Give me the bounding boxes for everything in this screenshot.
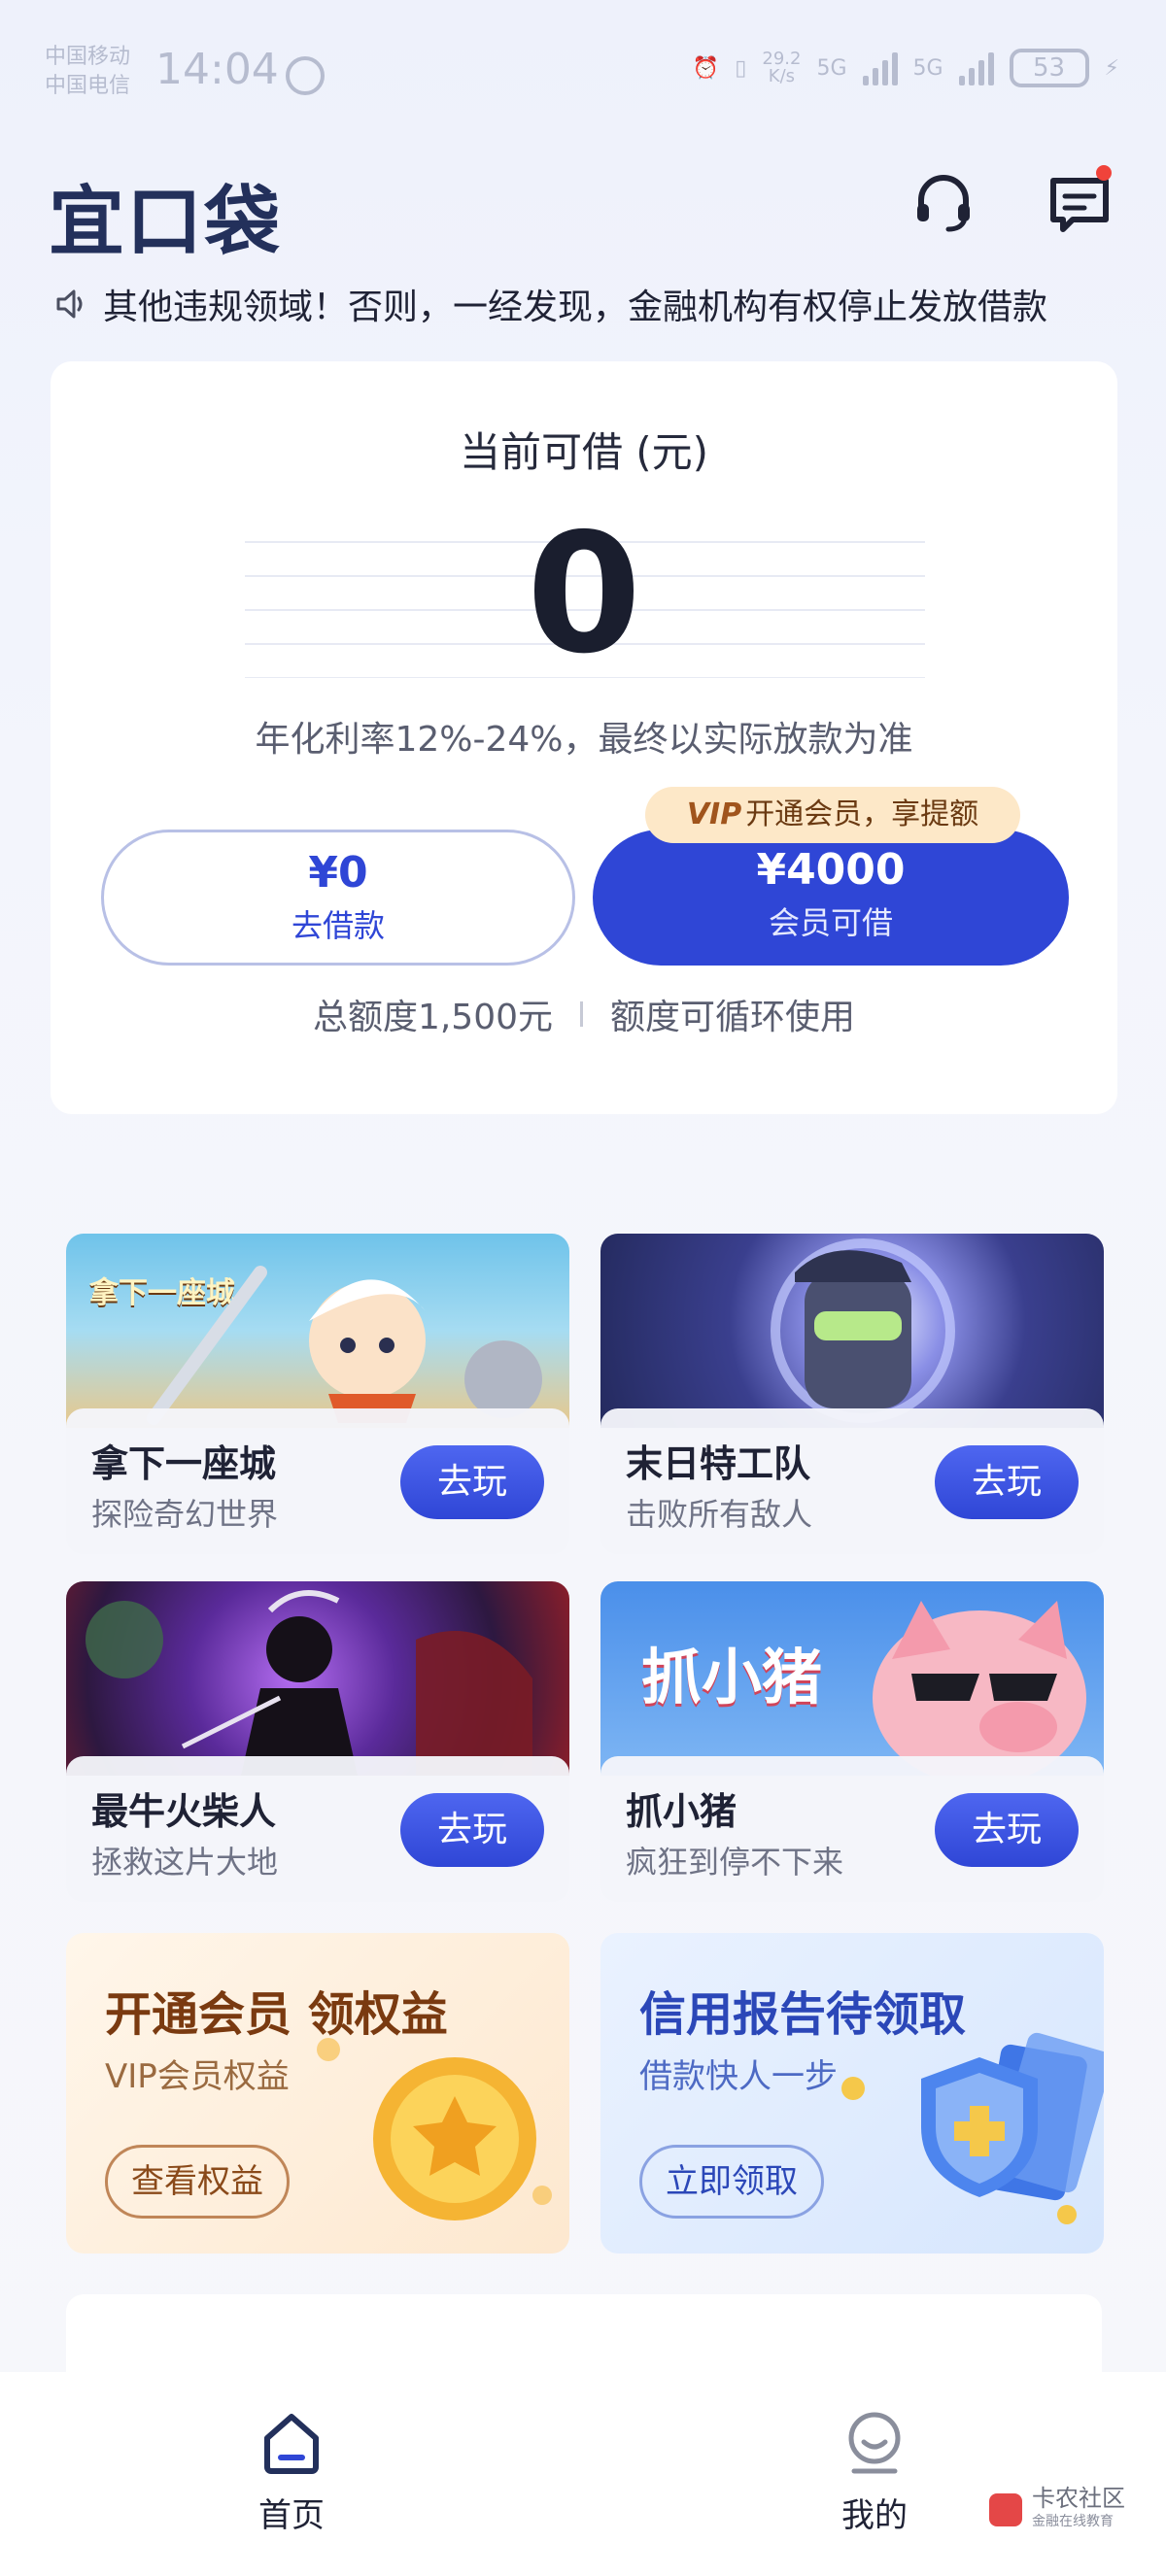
carrier-2: 中国电信: [45, 74, 131, 98]
watermark: 卡农社区 金融在线教育: [989, 2487, 1125, 2533]
shield-icon: [841, 2032, 1104, 2224]
recycle-note: 额度可循环使用: [610, 998, 856, 1037]
game-desc-2: 击败所有敌人: [626, 1496, 813, 1533]
vip-label: 会员可借: [768, 904, 893, 941]
watermark-title: 卡农社区: [1032, 2485, 1125, 2512]
vip-tag-text: 开通会员，享提额: [745, 797, 979, 831]
game-name-4: 抓小猪: [626, 1790, 737, 1833]
game-card-2[interactable]: 末日特工队 击败所有敌人 去玩: [600, 1234, 1104, 1554]
app-logo: 宜口袋: [49, 179, 283, 266]
game-info-2: 末日特工队 击败所有敌人 去玩: [600, 1408, 1104, 1554]
status-time: 14:04: [155, 45, 279, 94]
profile-icon: [848, 2412, 901, 2474]
network-speed: 29.2 K/s: [762, 51, 801, 85]
game-info-1: 拿下一座城 探险奇幻世界 去玩: [66, 1408, 569, 1554]
limit-info: 总额度1,500元 额度可循环使用: [51, 989, 1117, 1039]
status-bar: 中国移动 中国电信 14:04 ⏰ ▯ 29.2 K/s 5G 5G 53 ⚡: [0, 0, 1166, 146]
borrow-button[interactable]: ¥0 去借款: [101, 830, 575, 966]
notice-bar[interactable]: 其他违规领域！否则，一经发现，金融机构有权停止发放借款: [54, 278, 1123, 330]
charging-icon: ⚡: [1104, 55, 1119, 81]
tab-mine-label: 我的: [841, 2496, 908, 2535]
network-type-2: 5G: [912, 55, 943, 81]
tab-home-label: 首页: [258, 2496, 325, 2535]
watermark-subtitle: 金融在线教育: [1032, 2514, 1114, 2529]
notice-text: 其他违规领域！否则，一经发现，金融机构有权停止发放借款: [103, 288, 1048, 327]
credit-report-card[interactable]: 信用报告待领取 借款快人一步 立即领取: [600, 1933, 1104, 2254]
play-button-1[interactable]: 去玩: [400, 1445, 544, 1519]
battery-icon: 53: [1009, 49, 1089, 87]
borrow-label: 去借款: [291, 907, 385, 944]
game-card-4[interactable]: 抓小猪 抓小猪 疯狂到停不下来 去玩: [600, 1581, 1104, 1902]
vip-icon: VIP: [686, 797, 742, 831]
game-desc-1: 探险奇幻世界: [91, 1496, 279, 1533]
tab-home[interactable]: 首页: [204, 2411, 379, 2536]
vip-borrow-button[interactable]: ¥4000 会员可借: [593, 830, 1069, 966]
tab-bar: 首页 我的: [0, 2372, 1166, 2576]
vip-promo-tag[interactable]: VIP 开通会员，享提额: [645, 787, 1020, 843]
available-amount: 0: [526, 498, 642, 691]
play-button-3[interactable]: 去玩: [400, 1793, 544, 1867]
credit-card: 当前可借 (元) 0 年化利率12%-24%，最终以实际放款为准 ¥0 去借款 …: [51, 361, 1117, 1114]
game-desc-3: 拯救这片大地: [91, 1844, 279, 1881]
alarm-icon: ⏰: [692, 55, 720, 81]
message-icon[interactable]: [1047, 165, 1112, 235]
carrier-1: 中国移动: [45, 45, 131, 69]
tab-mine[interactable]: 我的: [787, 2411, 962, 2536]
game-card-1[interactable]: 拿下一座城 拿下一座城 探险奇幻世界 去玩: [66, 1234, 569, 1554]
game-name-3: 最牛火柴人: [91, 1790, 277, 1833]
network-speed-unit: K/s: [768, 66, 796, 86]
interest-rate-note: 年化利率12%-24%，最终以实际放款为准: [255, 720, 913, 760]
available-title: 当前可借 (元): [459, 428, 709, 476]
game-art-1: 拿下一座城: [66, 1234, 569, 1428]
game-name-1: 拿下一座城: [91, 1442, 277, 1485]
watermark-logo-icon: [989, 2493, 1022, 2526]
vip-benefits-card[interactable]: 开通会员 领权益 VIP会员权益 查看权益: [66, 1933, 569, 2254]
game-card-3[interactable]: 最牛火柴人 拯救这片大地 去玩: [66, 1581, 569, 1902]
headset-icon[interactable]: [911, 171, 976, 235]
game-name-2: 末日特工队: [626, 1442, 811, 1485]
carrier-names: 中国移动 中国电信: [45, 43, 130, 101]
speed-icon: [286, 56, 325, 95]
status-indicators: ⏰ ▯ 29.2 K/s 5G 5G 53 ⚡: [693, 49, 1119, 87]
game-info-4: 抓小猪 疯狂到停不下来 去玩: [600, 1756, 1104, 1902]
play-button-4[interactable]: 去玩: [935, 1793, 1079, 1867]
game-art-2: [600, 1234, 1104, 1428]
game-art-4: 抓小猪: [600, 1581, 1104, 1776]
signal-icon: [862, 51, 898, 85]
network-type-1: 5G: [816, 55, 847, 81]
borrow-amount: ¥0: [308, 848, 368, 898]
vibrate-icon: ▯: [735, 55, 747, 81]
speaker-icon: [56, 289, 83, 319]
game-art-3: [66, 1581, 569, 1776]
divider: [580, 1001, 584, 1027]
game-info-3: 最牛火柴人 拯救这片大地 去玩: [66, 1756, 569, 1902]
vip-amount: ¥4000: [756, 845, 906, 895]
coin-icon: [317, 2038, 552, 2220]
game-desc-4: 疯狂到停不下来: [626, 1844, 844, 1881]
total-limit: 总额度1,500元: [312, 998, 554, 1037]
play-button-2[interactable]: 去玩: [935, 1445, 1079, 1519]
unread-badge: [1096, 165, 1112, 181]
signal-icon-2: [958, 51, 994, 85]
home-icon: [264, 2414, 319, 2474]
